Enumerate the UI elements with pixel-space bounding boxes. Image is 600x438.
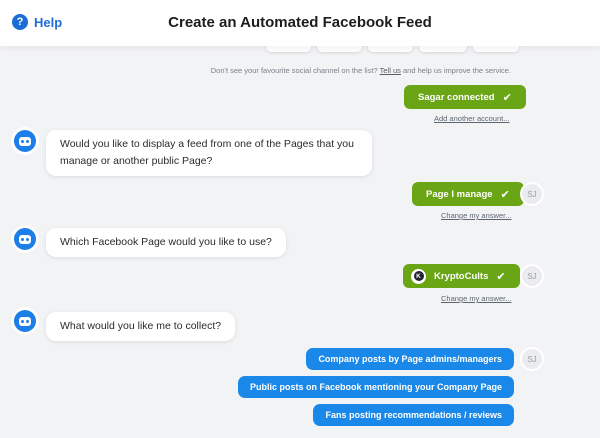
user-avatar: SJ <box>522 266 542 286</box>
page-title: Create an Automated Facebook Feed <box>168 14 432 31</box>
user-avatar: SJ <box>522 184 542 204</box>
feedback-note-text-end: and help us improve the service. <box>403 66 511 75</box>
option-company-posts[interactable]: Company posts by Page admins/managers <box>306 348 514 370</box>
bot-avatar <box>14 228 36 250</box>
header-bar: ? Help Create an Automated Facebook Feed <box>0 0 600 46</box>
page-avatar-icon: K <box>411 268 426 284</box>
feedback-note: Don't see your favourite social channel … <box>211 66 511 75</box>
option-public-posts[interactable]: Public posts on Facebook mentioning your… <box>237 376 514 398</box>
reply-label: Page I manage <box>426 188 493 200</box>
reply-kryptocults[interactable]: K KryptoCults ✔ <box>403 264 520 288</box>
feedback-note-text: Don't see your favourite social channel … <box>210 66 378 75</box>
check-icon: ✔ <box>502 91 512 104</box>
robot-icon <box>19 316 31 326</box>
option-fans-reviews[interactable]: Fans posting recommendations / reviews <box>313 404 514 426</box>
reply-page-i-manage[interactable]: Page I manage ✔ <box>412 182 524 206</box>
tell-us-link[interactable]: Tell us <box>380 66 401 75</box>
bot-message: What would you like me to collect? <box>46 312 236 341</box>
bot-avatar <box>14 130 36 152</box>
add-another-account-link[interactable]: Add another account... <box>434 114 509 123</box>
bot-avatar <box>14 310 36 332</box>
bot-message: Would you like to display a feed from on… <box>46 130 372 176</box>
account-connected-label: Sagar connected <box>418 91 495 103</box>
check-icon: ✔ <box>496 270 506 283</box>
check-icon: ✔ <box>500 188 510 201</box>
reply-label: KryptoCults <box>434 270 489 282</box>
account-connected-button[interactable]: Sagar connected ✔ <box>404 85 526 109</box>
robot-icon <box>19 234 31 244</box>
robot-icon <box>19 136 31 146</box>
change-answer-link[interactable]: Change my answer... <box>441 211 511 220</box>
bot-message: Which Facebook Page would you like to us… <box>46 228 286 257</box>
user-avatar: SJ <box>522 349 542 369</box>
change-answer-link[interactable]: Change my answer... <box>441 294 511 303</box>
